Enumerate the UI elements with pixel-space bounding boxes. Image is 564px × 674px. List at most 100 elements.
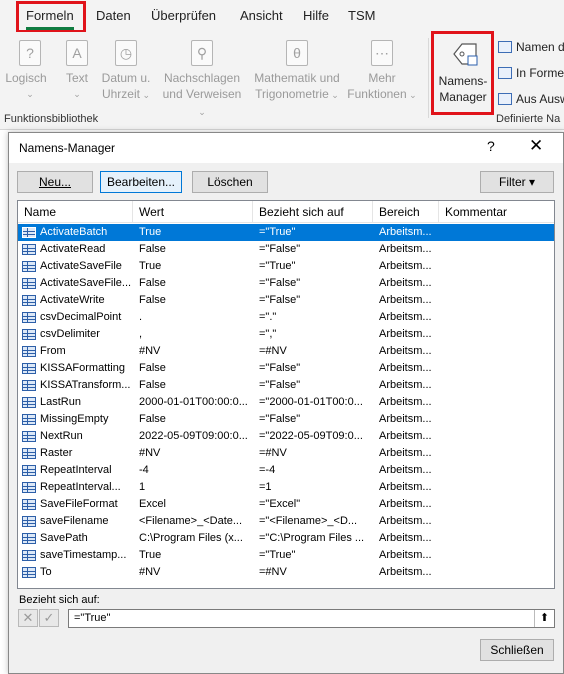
cell-refers: ="True": [259, 226, 296, 238]
named-range-icon: [22, 414, 36, 425]
cell-name: LastRun: [40, 396, 81, 408]
tag-icon: [498, 41, 512, 53]
table-row[interactable]: ActivateWrite False ="False" Arbeitsm...: [18, 292, 554, 309]
named-range-icon: [22, 329, 36, 340]
named-range-icon: [22, 278, 36, 289]
cell-name: ActivateSaveFile: [40, 260, 122, 272]
named-range-icon: [22, 499, 36, 510]
named-range-icon: [22, 261, 36, 272]
confirm-edit-icon[interactable]: ✓: [39, 609, 59, 627]
table-row[interactable]: saveTimestamp... True ="True" Arbeitsm...: [18, 547, 554, 564]
create-from-selection-button[interactable]: Aus Ausw: [498, 89, 564, 109]
tab-ansicht[interactable]: Ansicht: [240, 0, 283, 32]
help-icon[interactable]: ?: [487, 138, 495, 154]
table-row[interactable]: ActivateBatch True ="True" Arbeitsm...: [18, 224, 554, 241]
column-header-value[interactable]: Wert: [133, 201, 253, 223]
cell-refers: =".": [259, 311, 277, 323]
cell-name: ActivateRead: [40, 243, 106, 255]
close-button[interactable]: Schließen: [480, 639, 554, 661]
chevron-down-icon: ⌄: [328, 90, 339, 100]
cell-scope: Arbeitsm...: [379, 328, 432, 340]
cell-refers: =#NV: [259, 566, 287, 578]
highlight-box-formeln: [16, 1, 86, 33]
nachschlagen-button[interactable]: ⚲ Nachschlagen und Verweisen ⌄: [158, 40, 246, 120]
filter-button[interactable]: Filter ▾: [480, 171, 554, 193]
cell-name: ActivateSaveFile...: [40, 277, 132, 289]
tab-daten[interactable]: Daten: [96, 0, 131, 32]
cell-name: To: [40, 566, 52, 578]
chevron-down-icon: ⌄: [198, 107, 206, 117]
datum-uhrzeit-button[interactable]: ◷ Datum u. Uhrzeit ⌄: [98, 40, 154, 103]
cell-value: True: [139, 226, 162, 238]
table-row[interactable]: Raster #NV =#NV Arbeitsm...: [18, 445, 554, 462]
column-header-refers-to[interactable]: Bezieht sich auf: [253, 201, 373, 223]
column-header-scope[interactable]: Bereich: [373, 201, 439, 223]
cell-scope: Arbeitsm...: [379, 277, 432, 289]
table-row[interactable]: ActivateSaveFile... False ="False" Arbeitsm…: [18, 275, 554, 292]
refers-to-input[interactable]: ="True": [68, 609, 555, 628]
cell-refers: =#NV: [259, 345, 287, 357]
question-book-icon: ?: [19, 40, 41, 66]
cell-refers: ="2022-05-09T09:0...: [259, 430, 363, 442]
table-row[interactable]: SavePath C:\Program Files (x... ="C:\Progr…: [18, 530, 554, 547]
cell-value: 1: [139, 481, 146, 493]
mehr-funktionen-button[interactable]: ⋯ Mehr Funktionen ⌄: [346, 40, 418, 103]
use-in-formula-button[interactable]: In Forme: [498, 63, 564, 83]
mehr-label-line2: Funktionen: [347, 87, 407, 101]
cancel-edit-icon[interactable]: ✕: [18, 609, 38, 627]
mathematik-button[interactable]: θ Mathematik und Trigonometrie ⌄: [250, 40, 344, 103]
table-row[interactable]: ActivateRead False ="False" Arbeitsm...: [18, 241, 554, 258]
define-name-button[interactable]: Namen d: [498, 37, 564, 57]
table-row[interactable]: ActivateSaveFile True ="True" Arbeitsm...: [18, 258, 554, 275]
defined-names-label: Definierte Na: [496, 113, 561, 125]
column-header-comment[interactable]: Kommentar: [439, 201, 554, 223]
table-row[interactable]: KISSAFormatting False ="False" Arbeitsm...: [18, 360, 554, 377]
close-icon[interactable]: ✕: [529, 136, 543, 156]
text-button[interactable]: A Text ⌄: [62, 40, 92, 102]
column-header-name[interactable]: Name: [18, 201, 133, 223]
tab-ueberpruefen[interactable]: Überprüfen: [151, 0, 216, 32]
cell-value: False: [139, 277, 166, 289]
tab-hilfe[interactable]: Hilfe: [303, 0, 329, 32]
theta-book-icon: θ: [286, 40, 308, 66]
table-row[interactable]: LastRun 2000-01-01T00:00:0... ="2000-01-01…: [18, 394, 554, 411]
table-row[interactable]: csvDecimalPoint. ="." Arbeitsm...: [18, 309, 554, 326]
chevron-down-icon: ⌄: [139, 90, 151, 100]
logisch-button[interactable]: ? Logisch ⌄: [5, 40, 52, 102]
cell-refers: ="C:\Program Files ...: [259, 532, 365, 544]
named-range-icon: [22, 533, 36, 544]
edit-button-label: Bearbeiten...: [106, 175, 176, 189]
table-row[interactable]: SaveFileFormat Excel ="Excel" Arbeitsm...: [18, 496, 554, 513]
function-library-label: Funktionsbibliothek: [4, 113, 99, 125]
table-row[interactable]: From #NV =#NV Arbeitsm...: [18, 343, 554, 360]
table-row[interactable]: KISSATransform... False ="False" Arbeitsm..…: [18, 377, 554, 394]
edit-button[interactable]: Bearbeiten...: [100, 171, 182, 193]
names-list-header: Name Wert Bezieht sich auf Bereich Komme…: [18, 201, 554, 223]
collapse-dialog-icon[interactable]: ⬆: [534, 610, 554, 627]
cell-scope: Arbeitsm...: [379, 447, 432, 459]
cell-scope: Arbeitsm...: [379, 549, 432, 561]
table-row[interactable]: MissingEmpty False ="False" Arbeitsm...: [18, 411, 554, 428]
table-row[interactable]: saveFilename <Filename>_<Date... ="<Filena…: [18, 513, 554, 530]
table-row[interactable]: RepeatInterval... 1 =1 Arbeitsm...: [18, 479, 554, 496]
table-row[interactable]: To #NV =#NV Arbeitsm...: [18, 564, 554, 581]
cell-refers: ="False": [259, 413, 301, 425]
table-row[interactable]: RepeatInterval -4 =-4 Arbeitsm...: [18, 462, 554, 479]
mehr-label-line1: Mehr: [368, 71, 396, 85]
names-list[interactable]: Name Wert Bezieht sich auf Bereich Komme…: [17, 200, 555, 589]
table-row[interactable]: csvDelimiter, ="," Arbeitsm...: [18, 326, 554, 343]
cell-scope: Arbeitsm...: [379, 379, 432, 391]
logisch-label: Logisch: [5, 71, 47, 85]
new-button[interactable]: Neu...: [17, 171, 93, 193]
tab-tsm[interactable]: TSM: [348, 0, 375, 32]
table-row[interactable]: NextRun 2022-05-09T09:00:0... ="2022-05-09…: [18, 428, 554, 445]
nachschlagen-label-line1: Nachschlagen: [163, 71, 241, 85]
named-range-icon: [22, 397, 36, 408]
cell-name: ActivateBatch: [40, 226, 108, 238]
named-range-icon: [22, 295, 36, 306]
cell-refers: ="<Filename>_<D...: [259, 515, 358, 527]
cell-refers: ="False": [259, 294, 301, 306]
cell-name: NextRun: [40, 430, 83, 442]
named-range-icon: [22, 227, 36, 238]
delete-button[interactable]: Löschen: [192, 171, 268, 193]
